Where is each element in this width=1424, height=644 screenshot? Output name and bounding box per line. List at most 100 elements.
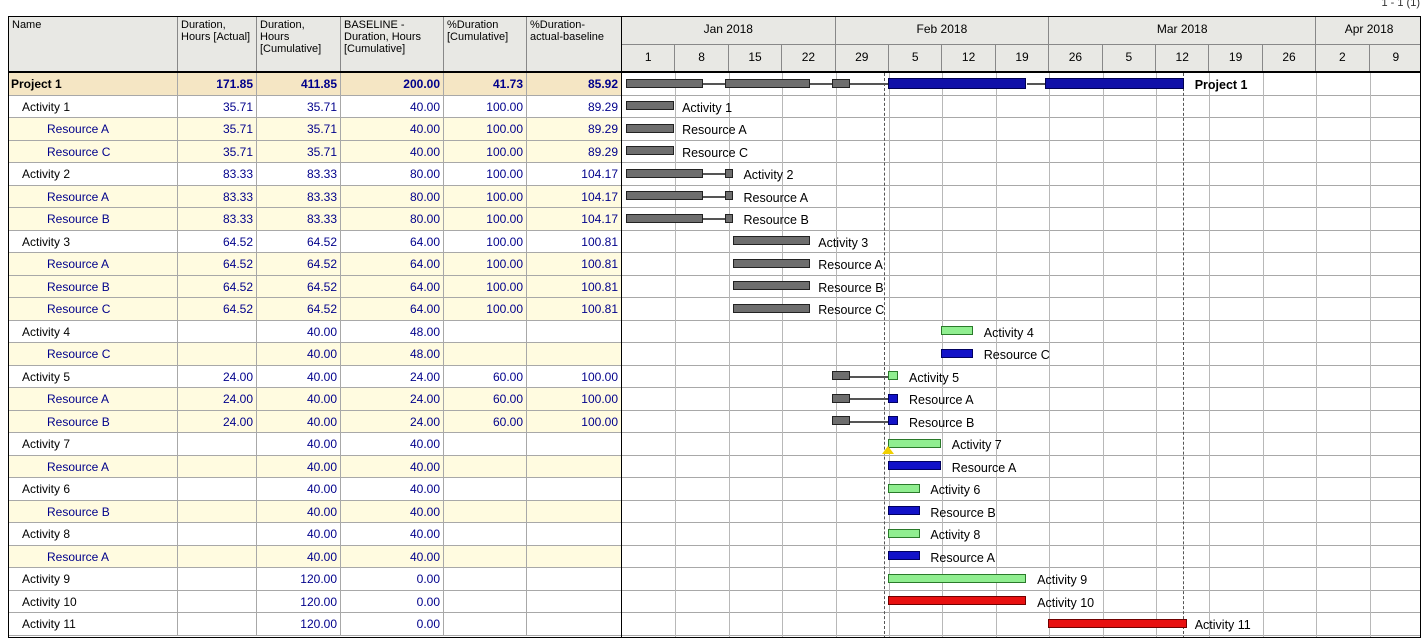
gantt-bar[interactable] <box>732 281 811 291</box>
row-value-cell-pct-cum <box>444 478 527 500</box>
row-value-cell-pct-cum: 100.00 <box>444 275 527 297</box>
row-value-cell-baseline: 40.00 <box>341 545 444 567</box>
col-header-pct-actual-baseline[interactable]: %Duration-actual-baseline <box>527 17 621 71</box>
row-value-cell-pct-ab <box>527 478 621 500</box>
table-row[interactable]: Resource A 40.00 40.00 <box>9 455 621 478</box>
gantt-bar[interactable] <box>887 438 942 448</box>
col-header-name[interactable]: Name <box>9 17 178 71</box>
gantt-row <box>622 501 1420 523</box>
gantt-bar[interactable] <box>1045 77 1185 89</box>
gantt-bar[interactable] <box>941 348 974 358</box>
table-row[interactable]: Resource B 83.33 83.33 80.00 100.00 104.17 <box>9 208 621 231</box>
table-row[interactable]: Resource A 35.71 35.71 40.00 100.00 89.29 <box>9 118 621 141</box>
row-name-cell: Resource C <box>9 298 178 320</box>
row-value-cell-dur-cum: 120.00 <box>257 613 341 635</box>
timeline-day: 15 <box>729 45 783 71</box>
gantt-bar[interactable] <box>831 393 851 403</box>
gantt-bar[interactable] <box>626 78 704 88</box>
milestone-icon[interactable] <box>881 446 894 455</box>
row-value-cell-dur-actual <box>178 433 257 455</box>
table-row[interactable]: Activity 10 120.00 0.00 <box>9 590 621 613</box>
gantt-gridline <box>675 73 677 637</box>
table-row[interactable]: Resource C 64.52 64.52 64.00 100.00 100.81 <box>9 298 621 321</box>
table-row[interactable]: Activity 5 24.00 40.00 24.00 60.00 100.00 <box>9 365 621 388</box>
row-name-cell: Resource A <box>9 118 178 140</box>
table-row[interactable]: Resource A 24.00 40.00 24.00 60.00 100.00 <box>9 388 621 411</box>
row-value-cell-dur-cum: 40.00 <box>257 455 341 477</box>
gantt-bar[interactable] <box>887 573 1027 583</box>
row-value-cell-dur-cum: 40.00 <box>257 478 341 500</box>
gantt-bar[interactable] <box>831 416 851 426</box>
gantt-bar[interactable] <box>887 596 1027 606</box>
table-row[interactable]: Project 1 171.85 411.85 200.00 41.73 85.92 <box>9 73 621 96</box>
gantt-bar[interactable] <box>626 168 704 178</box>
row-value-cell-pct-cum <box>444 523 527 545</box>
gantt-bar[interactable] <box>724 168 733 178</box>
row-name-cell: Resource C <box>9 140 178 162</box>
gantt-bar[interactable] <box>724 213 733 223</box>
table-row[interactable]: Resource B 24.00 40.00 24.00 60.00 100.00 <box>9 410 621 433</box>
gantt-bar[interactable] <box>887 528 920 538</box>
table-row[interactable]: Resource A 40.00 40.00 <box>9 545 621 568</box>
gantt-bar[interactable] <box>831 371 851 381</box>
row-name-cell: Resource A <box>9 253 178 275</box>
col-header-duration-actual[interactable]: Duration, Hours [Actual] <box>178 17 257 71</box>
gantt-bar[interactable] <box>732 303 811 313</box>
page-indicator: 1 - 1 (1) <box>1381 0 1420 9</box>
gantt-bar[interactable] <box>626 146 675 156</box>
gantt-bar[interactable] <box>626 101 675 111</box>
table-row[interactable]: Activity 8 40.00 40.00 <box>9 523 621 546</box>
gantt-bar-label: Resource C <box>818 303 885 318</box>
col-header-baseline[interactable]: BASELINE - Duration, Hours [Cumulative] <box>341 17 444 71</box>
row-value-cell-dur-cum: 40.00 <box>257 500 341 522</box>
gantt-bar[interactable] <box>887 461 942 471</box>
table-row[interactable]: Resource A 64.52 64.52 64.00 100.00 100.81 <box>9 253 621 276</box>
row-value-cell-dur-actual: 83.33 <box>178 163 257 185</box>
gantt-bar[interactable] <box>887 551 920 561</box>
row-value-cell-baseline: 40.00 <box>341 140 444 162</box>
gantt-row <box>622 388 1420 411</box>
row-value-cell-pct-cum: 100.00 <box>444 298 527 320</box>
gantt-bar[interactable] <box>887 506 920 516</box>
row-value-cell-dur-actual: 64.52 <box>178 230 257 252</box>
col-header-duration-cumulative[interactable]: Duration, Hours [Cumulative] <box>257 17 341 71</box>
table-row[interactable]: Resource B 64.52 64.52 64.00 100.00 100.81 <box>9 275 621 298</box>
col-header-pct-duration[interactable]: %Duration [Cumulative] <box>444 17 527 71</box>
gantt-bar-label: Resource C <box>983 348 1050 363</box>
row-value-cell-dur-cum: 40.00 <box>257 388 341 410</box>
timeline-day: 1 <box>622 45 676 71</box>
row-value-cell-dur-actual: 171.85 <box>178 73 257 95</box>
gantt-bar[interactable] <box>887 393 899 403</box>
gantt-bar[interactable] <box>831 78 851 88</box>
table-row[interactable]: Activity 7 40.00 40.00 <box>9 433 621 456</box>
gantt-bar[interactable] <box>626 191 704 201</box>
table-row[interactable]: Resource C 40.00 48.00 <box>9 343 621 366</box>
gantt-bar[interactable] <box>1047 618 1187 628</box>
row-name-cell: Activity 1 <box>9 95 178 117</box>
table-row[interactable]: Activity 2 83.33 83.33 80.00 100.00 104.17 <box>9 163 621 186</box>
gantt-bar[interactable] <box>724 191 733 201</box>
gantt-bar-label: Activity 5 <box>909 370 960 385</box>
table-row[interactable]: Activity 3 64.52 64.52 64.00 100.00 100.81 <box>9 230 621 253</box>
table-row[interactable]: Activity 9 120.00 0.00 <box>9 568 621 591</box>
row-value-cell-pct-cum: 100.00 <box>444 95 527 117</box>
gantt-bar[interactable] <box>626 123 675 133</box>
gantt-bar[interactable] <box>887 77 1027 89</box>
gantt-bar[interactable] <box>887 483 920 493</box>
gantt-bar[interactable] <box>724 78 811 88</box>
table-row[interactable]: Resource C 35.71 35.71 40.00 100.00 89.29 <box>9 140 621 163</box>
gantt-bar[interactable] <box>626 213 704 223</box>
gantt-bar[interactable] <box>732 236 811 246</box>
table-row[interactable]: Activity 11 120.00 0.00 <box>9 613 621 636</box>
table-row[interactable]: Activity 4 40.00 48.00 <box>9 320 621 343</box>
table-row[interactable]: Resource A 83.33 83.33 80.00 100.00 104.17 <box>9 185 621 208</box>
table-row[interactable]: Resource B 40.00 40.00 <box>9 500 621 523</box>
row-value-cell-dur-actual: 83.33 <box>178 208 257 230</box>
gantt-bar[interactable] <box>887 371 899 381</box>
gantt-bar[interactable] <box>887 416 899 426</box>
table-row[interactable]: Activity 6 40.00 40.00 <box>9 478 621 501</box>
gantt-bar[interactable] <box>941 326 974 336</box>
timeline-day: 5 <box>889 45 943 71</box>
table-row[interactable]: Activity 1 35.71 35.71 40.00 100.00 89.29 <box>9 95 621 118</box>
gantt-bar[interactable] <box>732 258 811 268</box>
